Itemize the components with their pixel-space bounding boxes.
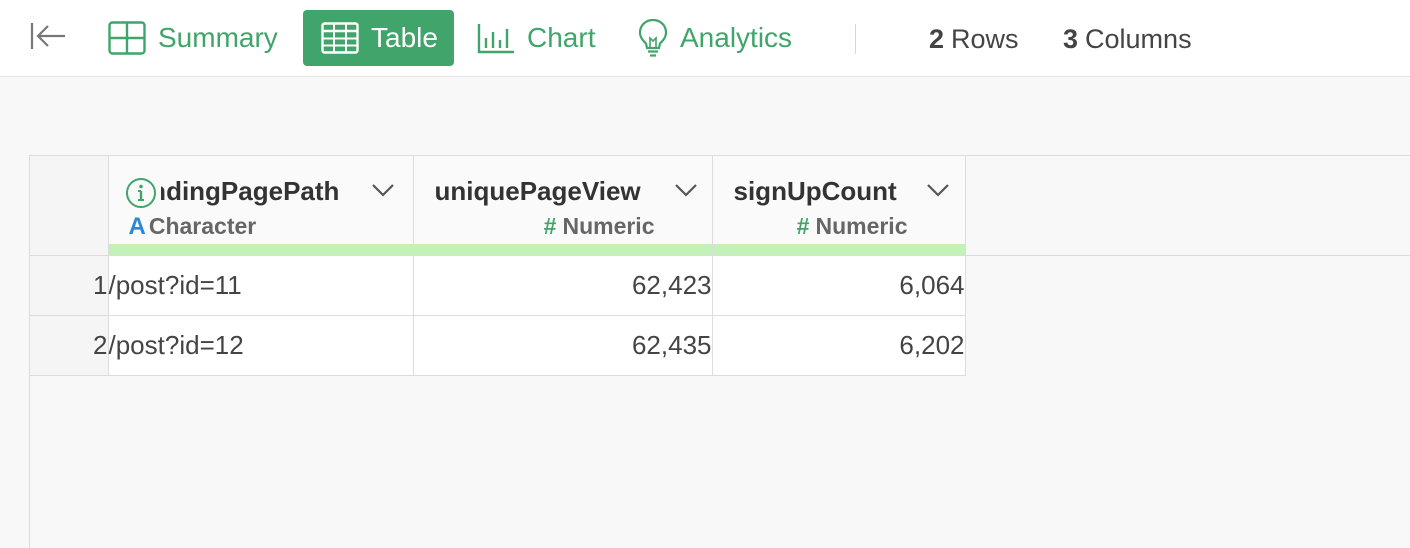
table-icon — [321, 22, 359, 54]
table-row: 2 /post?id=12 62,435 6,202 — [30, 315, 966, 376]
header-row: landingPagePath ACharacter uniquePageVie… — [30, 156, 966, 256]
column-type-label: Numeric — [815, 213, 908, 239]
chevron-down-icon[interactable] — [674, 183, 698, 202]
column-quality-bar — [712, 243, 965, 255]
tab-summary-label: Summary — [158, 22, 278, 53]
column-quality-bar — [108, 243, 413, 255]
column-name: uniquePageView — [434, 176, 641, 206]
column-type: # Numeric — [797, 213, 908, 240]
table-cell[interactable]: 62,435 — [413, 315, 713, 376]
table-cell[interactable]: 6,202 — [712, 315, 966, 376]
column-quality-bar — [413, 243, 712, 255]
column-header-landingpagepath[interactable]: landingPagePath ACharacter — [108, 156, 414, 256]
column-type: # Numeric — [544, 213, 655, 240]
columns-count-value: 3 — [1063, 23, 1079, 54]
table-cell[interactable]: 6,064 — [712, 255, 966, 316]
column-type: A Character — [129, 213, 257, 241]
column-header-signupcount[interactable]: signUpCount # Numeric — [712, 156, 966, 256]
tab-chart-label: Chart — [527, 22, 596, 53]
collapse-left-icon — [28, 21, 66, 56]
tab-analytics[interactable]: Analytics — [638, 10, 792, 66]
table-cell[interactable]: /post?id=11 — [108, 255, 414, 316]
columns-count-label: Columns — [1085, 23, 1192, 54]
tab-analytics-label: Analytics — [680, 22, 793, 53]
rows-count-label: Rows — [951, 23, 1019, 54]
table-row: 1 /post?id=11 62,423 6,064 — [30, 255, 966, 316]
toolbar-divider — [855, 24, 856, 54]
column-type-label: Character — [148, 213, 257, 239]
row-number: 2 — [30, 315, 109, 376]
numeric-type-icon: # — [796, 213, 810, 239]
column-type-label: Numeric — [562, 213, 655, 239]
corner-cell — [30, 156, 109, 256]
row-number: 1 — [30, 255, 109, 316]
column-header-uniquepageview[interactable]: uniquePageView # Numeric — [413, 156, 713, 256]
column-name: landingPagePath — [161, 176, 340, 206]
data-grid: landingPagePath ACharacter uniquePageVie… — [29, 155, 1410, 548]
column-name: signUpCount — [733, 176, 897, 206]
tab-table-label: Table — [371, 22, 438, 53]
numeric-type-icon: # — [543, 213, 557, 239]
chevron-down-icon[interactable] — [926, 183, 950, 202]
table-cell[interactable]: 62,423 — [413, 255, 713, 316]
toolbar: Summary Table Chart Analytics 2 Rows 3 C… — [0, 0, 1410, 77]
chevron-down-icon[interactable] — [371, 183, 395, 202]
bar-chart-icon — [477, 22, 515, 54]
tab-chart[interactable]: Chart — [477, 10, 595, 66]
tab-summary[interactable]: Summary — [108, 10, 278, 66]
summary-grid-icon — [108, 21, 146, 55]
character-type-icon: A — [128, 213, 146, 240]
lightbulb-icon — [638, 18, 668, 58]
data-table: landingPagePath ACharacter uniquePageVie… — [30, 156, 966, 376]
info-icon[interactable] — [125, 177, 157, 214]
columns-count: 3 Columns — [1063, 22, 1192, 56]
tab-table[interactable]: Table — [303, 10, 454, 66]
table-cell[interactable]: /post?id=12 — [108, 315, 414, 376]
rows-count: 2 Rows — [929, 22, 1019, 56]
rows-count-value: 2 — [929, 23, 945, 54]
collapse-sidebar-button[interactable] — [26, 18, 68, 58]
